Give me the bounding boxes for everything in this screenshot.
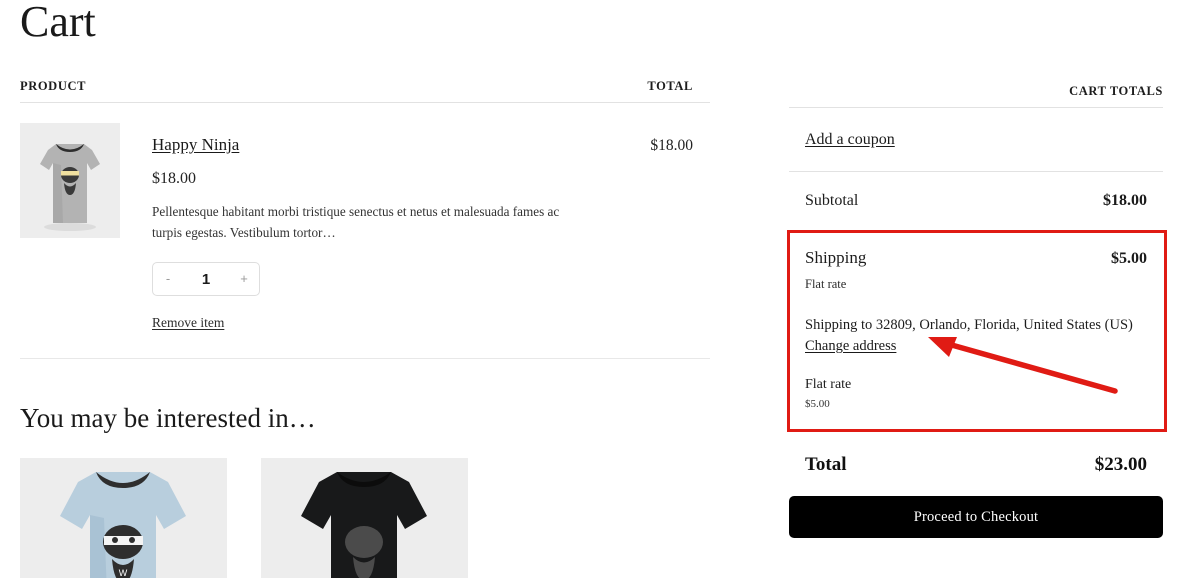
column-header-product: PRODUCT xyxy=(20,79,87,93)
page-title: Cart xyxy=(20,0,96,46)
shipping-method-name: Flat rate xyxy=(805,277,847,291)
light-blue-tshirt-icon: W xyxy=(20,458,227,578)
shipping-value: $5.00 xyxy=(1111,250,1147,267)
cart-main-column: Cart PRODUCT TOTAL Happy Ninja $18.00 Pe… xyxy=(20,0,710,578)
gray-tshirt-icon xyxy=(20,123,120,238)
shipping-label: Shipping xyxy=(805,248,867,267)
quantity-decrement-button[interactable]: - xyxy=(153,263,183,295)
quantity-input[interactable]: 1 xyxy=(183,271,229,288)
product-description: Pellentesque habitant morbi tristique se… xyxy=(152,204,560,240)
table-row: Happy Ninja $18.00 Pellentesque habitant… xyxy=(20,103,710,359)
quantity-stepper[interactable]: - 1 + xyxy=(152,262,260,296)
subtotal-row: Subtotal $18.00 xyxy=(789,172,1163,230)
shipping-rate-price: $5.00 xyxy=(805,398,830,410)
quantity-increment-button[interactable]: + xyxy=(229,263,259,295)
product-details: Happy Ninja $18.00 Pellentesque habitant… xyxy=(120,123,590,332)
shipping-destination: Shipping to 32809, Orlando, Florida, Uni… xyxy=(805,317,1133,333)
list-item[interactable]: W xyxy=(20,458,227,578)
product-line-total: $18.00 xyxy=(650,137,693,154)
proceed-to-checkout-button[interactable]: Proceed to Checkout xyxy=(789,496,1163,538)
shipping-section: Shipping $5.00 Flat rate Shipping to 328… xyxy=(789,230,1163,432)
column-header-total: TOTAL xyxy=(647,79,693,93)
shipping-rate-name: Flat rate xyxy=(805,377,852,392)
product-name-link[interactable]: Happy Ninja xyxy=(152,135,239,155)
subtotal-value: $18.00 xyxy=(1103,192,1147,209)
related-products-heading: You may be interested in… xyxy=(20,403,316,433)
add-coupon-link[interactable]: Add a coupon xyxy=(805,131,895,148)
total-label: Total xyxy=(805,454,847,475)
cart-totals-heading: CART TOTALS xyxy=(789,0,1163,108)
related-products-grid: W xyxy=(20,458,710,578)
product-thumbnail[interactable] xyxy=(20,123,120,238)
remove-item-link[interactable]: Remove item xyxy=(152,315,224,331)
shipping-summary-row: Shipping $5.00 xyxy=(805,248,1147,268)
cart-table-header: PRODUCT TOTAL xyxy=(20,48,710,103)
change-address-link[interactable]: Change address xyxy=(805,338,896,355)
list-item[interactable] xyxy=(261,458,468,578)
total-row: Total $23.00 xyxy=(789,432,1163,496)
cart-page: Cart PRODUCT TOTAL Happy Ninja $18.00 Pe… xyxy=(0,0,1201,578)
cart-totals-panel: CART TOTALS Add a coupon Subtotal $18.00… xyxy=(789,0,1163,538)
black-tshirt-icon xyxy=(261,458,468,578)
svg-text:W: W xyxy=(119,568,128,578)
subtotal-label: Subtotal xyxy=(805,192,859,209)
coupon-row: Add a coupon xyxy=(789,108,1163,172)
product-unit-price: $18.00 xyxy=(152,170,196,187)
total-value: $23.00 xyxy=(1094,454,1147,475)
